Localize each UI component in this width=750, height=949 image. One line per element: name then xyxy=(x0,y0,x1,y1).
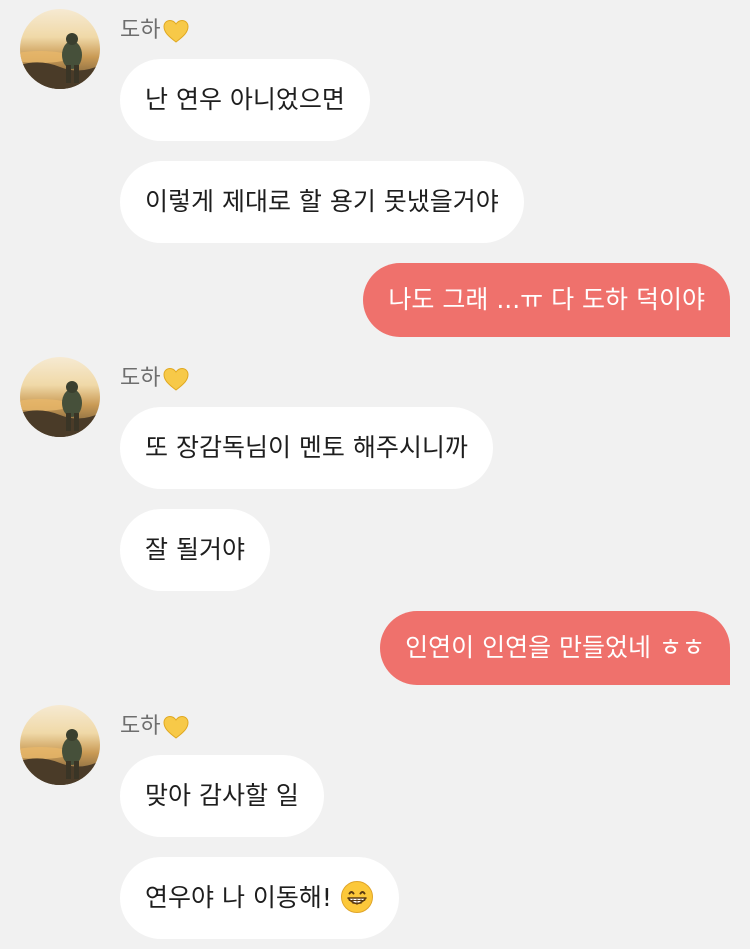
avatar[interactable] xyxy=(20,705,100,785)
avatar[interactable] xyxy=(20,9,100,89)
message-bubble-outgoing[interactable]: 인연이 인연을 만들었네 ㅎㅎ xyxy=(380,611,730,685)
message-text: 난 연우 아니었으면 xyxy=(145,85,345,114)
sender-name: 도하 xyxy=(120,712,190,742)
yellow-heart-icon xyxy=(162,365,190,393)
sender-name-label: 도하 xyxy=(120,18,161,43)
yellow-heart-icon xyxy=(162,17,190,45)
sender-name-label: 도하 xyxy=(120,714,161,739)
sender-name-label: 도하 xyxy=(120,366,161,391)
message-text: 잘 될거야 xyxy=(145,535,245,564)
sender-name: 도하 xyxy=(120,364,190,394)
chat-thread: 도하 난 연우 아니었으면 이렇게 제대로 할 용기 못냈을거야 나도 그래 .… xyxy=(0,0,750,949)
message-bubble-outgoing[interactable]: 나도 그래 ...ㅠ 다 도하 덕이야 xyxy=(363,263,730,337)
message-text: 이렇게 제대로 할 용기 못냈을거야 xyxy=(145,187,499,216)
message-text: 인연이 인연을 만들었네 ㅎㅎ xyxy=(405,633,705,662)
message-bubble-incoming[interactable]: 잘 될거야 xyxy=(120,509,270,591)
message-bubble-incoming[interactable]: 이렇게 제대로 할 용기 못냈을거야 xyxy=(120,161,524,243)
message-bubble-incoming[interactable]: 또 장감독님이 멘토 해주시니까 xyxy=(120,407,493,489)
avatar[interactable] xyxy=(20,357,100,437)
sunset-silhouette-avatar-icon xyxy=(20,357,100,437)
message-bubble-incoming[interactable]: 연우야 나 이동해! xyxy=(120,857,399,939)
message-bubble-incoming[interactable]: 난 연우 아니었으면 xyxy=(120,59,370,141)
sunset-silhouette-avatar-icon xyxy=(20,705,100,785)
message-text: 또 장감독님이 멘토 해주시니까 xyxy=(145,433,468,462)
message-text: 연우야 나 이동해! xyxy=(145,883,332,912)
message-bubble-incoming[interactable]: 맞아 감사할 일 xyxy=(120,755,324,837)
sunset-silhouette-avatar-icon xyxy=(20,9,100,89)
message-text: 맞아 감사할 일 xyxy=(145,781,299,810)
yellow-heart-icon xyxy=(162,713,190,741)
grinning-face-emoji-icon xyxy=(340,880,374,914)
message-text: 나도 그래 ...ㅠ 다 도하 덕이야 xyxy=(388,285,705,314)
sender-name: 도하 xyxy=(120,16,190,46)
